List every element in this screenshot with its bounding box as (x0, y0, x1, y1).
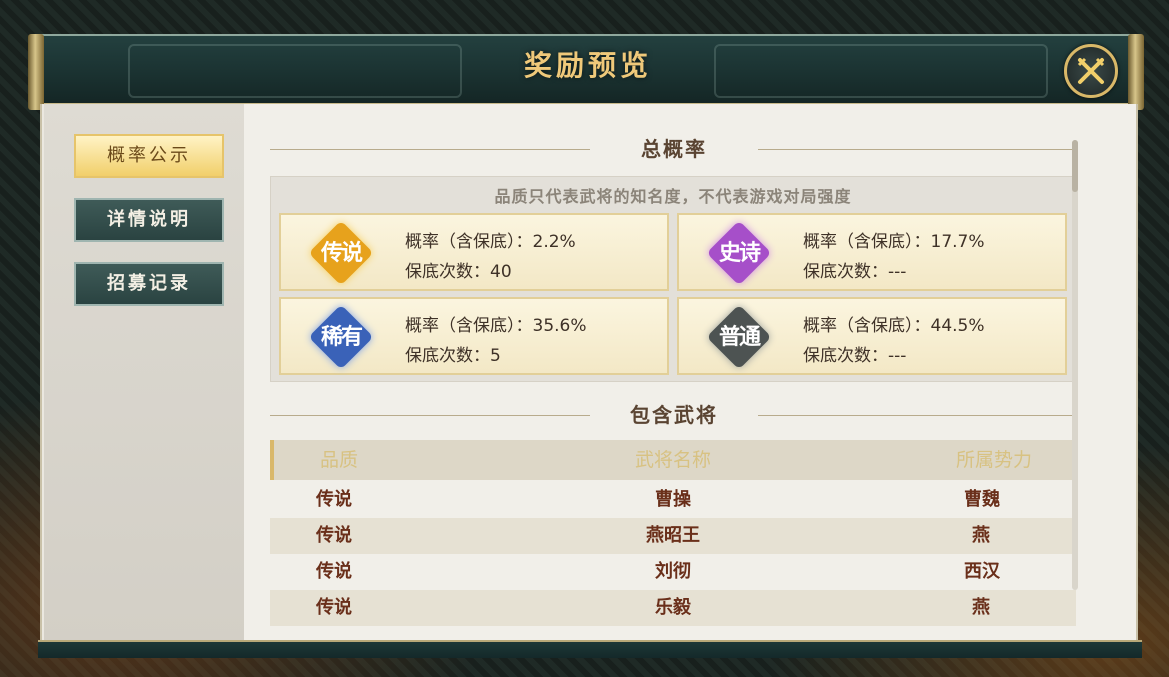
quality-notice: 品质只代表武将的知名度，不代表游戏对局强度 (494, 187, 852, 206)
epic-badge-icon: 史诗 (703, 217, 775, 289)
pity-text: 保底次数：--- (803, 346, 907, 366)
rare-badge-icon: 稀有 (305, 301, 377, 373)
rate-text: 概率（含保底）：35.6% (405, 316, 587, 336)
dialog-header: 奖励预览 (38, 34, 1138, 106)
close-button[interactable] (1064, 44, 1118, 98)
rate-text: 概率（含保底）：2.2% (405, 232, 576, 252)
sidebar: 概率公示 详情说明 招募记录 (44, 104, 244, 644)
table-header: 品质 武将名称 所属势力 (270, 440, 1076, 480)
scroll-thumb[interactable] (1072, 140, 1078, 192)
scrollbar[interactable] (1072, 140, 1078, 590)
scroll-rod-right (1128, 34, 1144, 110)
faction-cell: 西汉 (964, 561, 1000, 582)
table-row[interactable]: 传说 乐毅 燕 (270, 590, 1076, 626)
col-name: 武将名称 (634, 449, 711, 471)
generals-title: 包含武将 (270, 400, 1078, 430)
name-cell: 曹操 (655, 489, 691, 510)
table-row[interactable]: 传说 曹操 曹魏 (270, 482, 1076, 518)
pity-text: 保底次数：40 (405, 262, 512, 282)
rate-card-rare: 稀有 概率（含保底）：35.6% 保底次数：5 (279, 297, 669, 375)
reward-preview-dialog: 奖励预览 概率公示 详情说明 招募记录 总概率 品质只代表武将的知名度，不代表游… (28, 34, 1144, 658)
rate-card-common: 普通 概率（含保底）：44.5% 保底次数：--- (677, 297, 1067, 375)
content-area: 总概率 品质只代表武将的知名度，不代表游戏对局强度 传说 概率（含保底）：2.2… (244, 104, 1136, 644)
tab-records[interactable]: 招募记录 (74, 262, 224, 306)
rate-card-epic: 史诗 概率（含保底）：17.7% 保底次数：--- (677, 213, 1067, 291)
legendary-badge-icon: 传说 (305, 217, 377, 289)
tab-details[interactable]: 详情说明 (74, 198, 224, 242)
total-probability-title: 总概率 (270, 134, 1078, 164)
table-row[interactable]: 传说 刘彻 西汉 (270, 554, 1076, 590)
common-badge-icon: 普通 (703, 301, 775, 373)
col-faction: 所属势力 (955, 449, 1032, 471)
pity-text: 保底次数：--- (803, 262, 907, 282)
name-cell: 刘彻 (655, 561, 691, 582)
rate-text: 概率（含保底）：44.5% (803, 316, 985, 336)
rate-card-legendary: 传说 概率（含保底）：2.2% 保底次数：40 (279, 213, 669, 291)
rate-text: 概率（含保底）：17.7% (803, 232, 985, 252)
pity-text: 保底次数：5 (405, 346, 501, 366)
table-row[interactable]: 传说 燕昭王 燕 (270, 518, 1076, 554)
tab-probability[interactable]: 概率公示 (74, 134, 224, 178)
probability-box: 品质只代表武将的知名度，不代表游戏对局强度 传说 概率（含保底）：2.2% 保底… (270, 176, 1076, 382)
faction-cell: 曹魏 (964, 489, 1000, 510)
dialog-body: 概率公示 详情说明 招募记录 总概率 品质只代表武将的知名度，不代表游戏对局强度… (40, 104, 1138, 644)
dialog-bottom-bar (38, 640, 1142, 658)
faction-cell: 燕 (972, 597, 990, 618)
faction-cell: 燕 (972, 525, 990, 546)
scroll-rod-left (28, 34, 44, 110)
name-cell: 燕昭王 (646, 525, 700, 546)
close-swords-icon (1077, 57, 1105, 84)
dialog-title: 奖励预览 (523, 49, 652, 82)
name-cell: 乐毅 (655, 597, 691, 618)
